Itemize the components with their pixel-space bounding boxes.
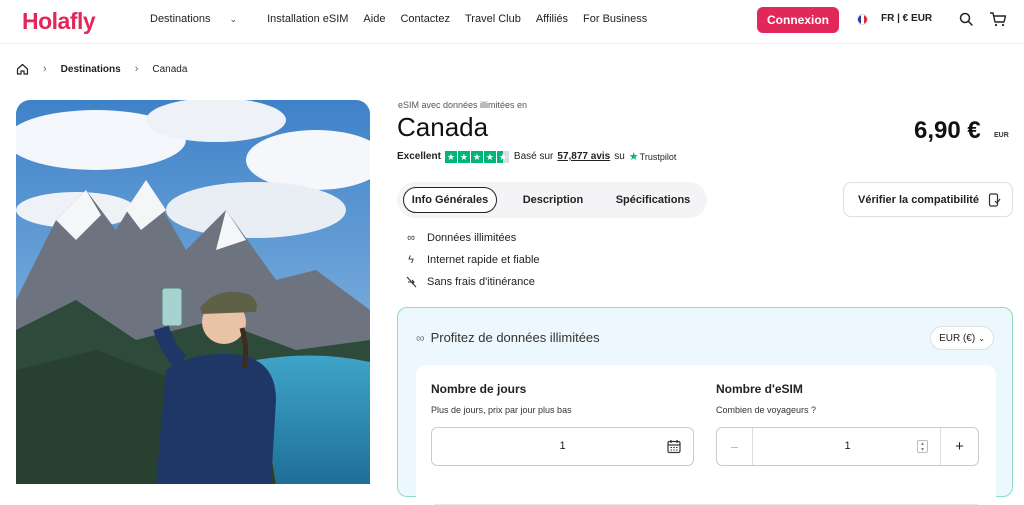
trustpilot-star-icon: ★ [628,151,639,163]
rating-label: Excellent [397,151,441,162]
infinity-icon: ∞ [407,232,415,244]
feature-item: ∞ Données illimitées [404,232,516,244]
nav-for-business[interactable]: For Business [583,13,647,25]
star-icon: ★ [457,150,470,163]
chevron-down-icon: ⌄ [978,333,985,343]
half-star-icon: ★ [496,150,509,163]
rating-stars: ★ ★ ★ ★ ★ [444,150,509,163]
rating-on: su [614,151,625,162]
nav-aide[interactable]: Aide [363,13,385,25]
tab-info-generales[interactable]: Info Générales [403,187,497,213]
currency-select[interactable]: EUR (€) ⌄ [930,326,994,350]
france-flag-icon [857,14,868,25]
tab-description[interactable]: Description [510,187,596,213]
breadcrumb: › Destinations › Canada [16,63,187,75]
chevron-down-icon: ⌄ [229,14,238,24]
feature-label: Données illimitées [427,232,517,244]
calendar-icon[interactable] [667,439,681,454]
booking-title-label: Profitez de données illimitées [430,330,600,345]
nav-affilies[interactable]: Affiliés [536,13,568,25]
feature-label: Sans frais d'itinérance [427,276,535,288]
esim-count-label: Nombre d'eSIM [716,382,803,396]
nav-destinations[interactable]: Destinations ⌄ [150,13,252,25]
esim-count-hint: Combien de voyageurs ? [716,405,817,415]
no-roaming-icon [406,276,417,288]
feature-item: Sans frais d'itinérance [404,276,535,288]
star-icon: ★ [470,150,483,163]
tab-specifications[interactable]: Spécifications [605,187,701,213]
main-nav: Destinations ⌄ Installation eSIM Aide Con… [150,13,662,25]
breadcrumb-current: Canada [152,63,188,75]
breadcrumb-destinations[interactable]: Destinations [61,64,121,75]
bolt-icon: ϟ [408,254,414,266]
product-price: 6,90 € [914,117,981,144]
feature-item: ϟ Internet rapide et fiable [404,254,540,266]
top-header: Holafly Destinations ⌄ Installation eSIM … [0,0,1024,44]
product-tabs: Info Générales Description Spécification… [397,182,707,218]
booking-title: ∞ Profitez de données illimitées [416,330,600,345]
cart-icon[interactable] [989,11,1007,27]
days-date-field[interactable]: 1 [431,427,694,466]
infinity-icon: ∞ [416,330,425,345]
star-icon: ★ [444,150,457,163]
product-kicker: eSIM avec données illimitées en [398,100,528,110]
phone-check-icon [988,192,1001,207]
spinner-icon: ▴ ▾ [917,440,928,453]
booking-card: ∞ Profitez de données illimitées EUR (€)… [397,307,1013,505]
locale-selector[interactable]: FR | € EUR [881,13,932,24]
nav-travel-club[interactable]: Travel Club [465,13,521,25]
booking-options-panel: Nombre de jours Plus de jours, prix par … [416,365,996,505]
esim-quantity-stepper[interactable]: − 1 ▴ ▾ + [716,427,979,466]
rating-count-link[interactable]: 57,877 avis [557,151,610,162]
price-currency: EUR [994,132,1009,139]
breadcrumb-separator-icon: › [134,63,139,75]
search-icon[interactable] [958,11,974,27]
star-icon: ★ [483,150,496,163]
check-compatibility-label: Vérifier la compatibilité [858,193,980,206]
check-compatibility-button[interactable]: Vérifier la compatibilité [843,182,1013,217]
trustpilot-rating[interactable]: Excellent ★ ★ ★ ★ ★ Basé sur 57,877 avis… [397,150,676,163]
trustpilot-logo: Trustpilot [639,151,677,162]
increment-button[interactable]: + [940,428,978,465]
esim-count-value: 1 [844,440,851,452]
holafly-logo[interactable]: Holafly [22,8,96,35]
feature-label: Internet rapide et fiable [427,254,540,266]
product-title: Canada [397,112,489,142]
currency-select-value: EUR (€) [939,332,976,344]
login-button[interactable]: Connexion [757,7,839,33]
destination-hero-image [16,100,370,484]
nav-contactez[interactable]: Contactez [400,13,450,25]
nav-destinations-label: Destinations [150,13,211,25]
rating-based-on: Basé sur [513,151,554,162]
nav-installation-esim[interactable]: Installation eSIM [267,13,348,25]
days-hint: Plus de jours, prix par jour plus bas [431,405,572,415]
home-icon[interactable] [16,63,29,75]
days-value: 1 [559,440,566,452]
days-label: Nombre de jours [431,382,527,396]
breadcrumb-separator-icon: › [43,63,47,75]
